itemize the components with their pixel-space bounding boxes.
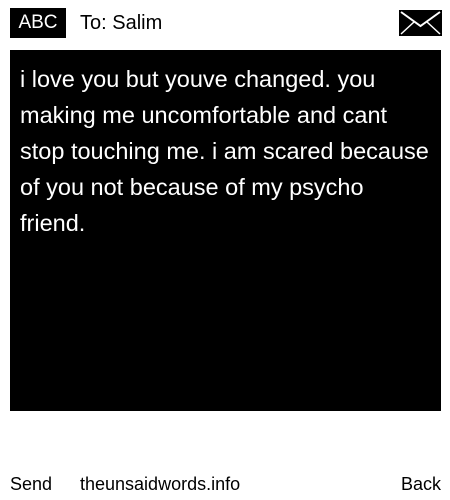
send-button[interactable]: Send xyxy=(10,468,52,500)
envelope-icon xyxy=(399,10,442,36)
back-button[interactable]: Back xyxy=(401,468,441,500)
softkey-bar: Send theunsaidwords.info Back xyxy=(0,468,450,500)
message-text: i love you but youve changed. you making… xyxy=(20,66,429,236)
message-header: ABC To: Salim xyxy=(0,0,450,46)
input-mode-badge[interactable]: ABC xyxy=(10,8,66,38)
recipient-field[interactable]: To: Salim xyxy=(80,9,162,37)
site-link[interactable]: theunsaidwords.info xyxy=(80,468,240,500)
message-body-area[interactable]: i love you but youve changed. you making… xyxy=(10,50,441,411)
